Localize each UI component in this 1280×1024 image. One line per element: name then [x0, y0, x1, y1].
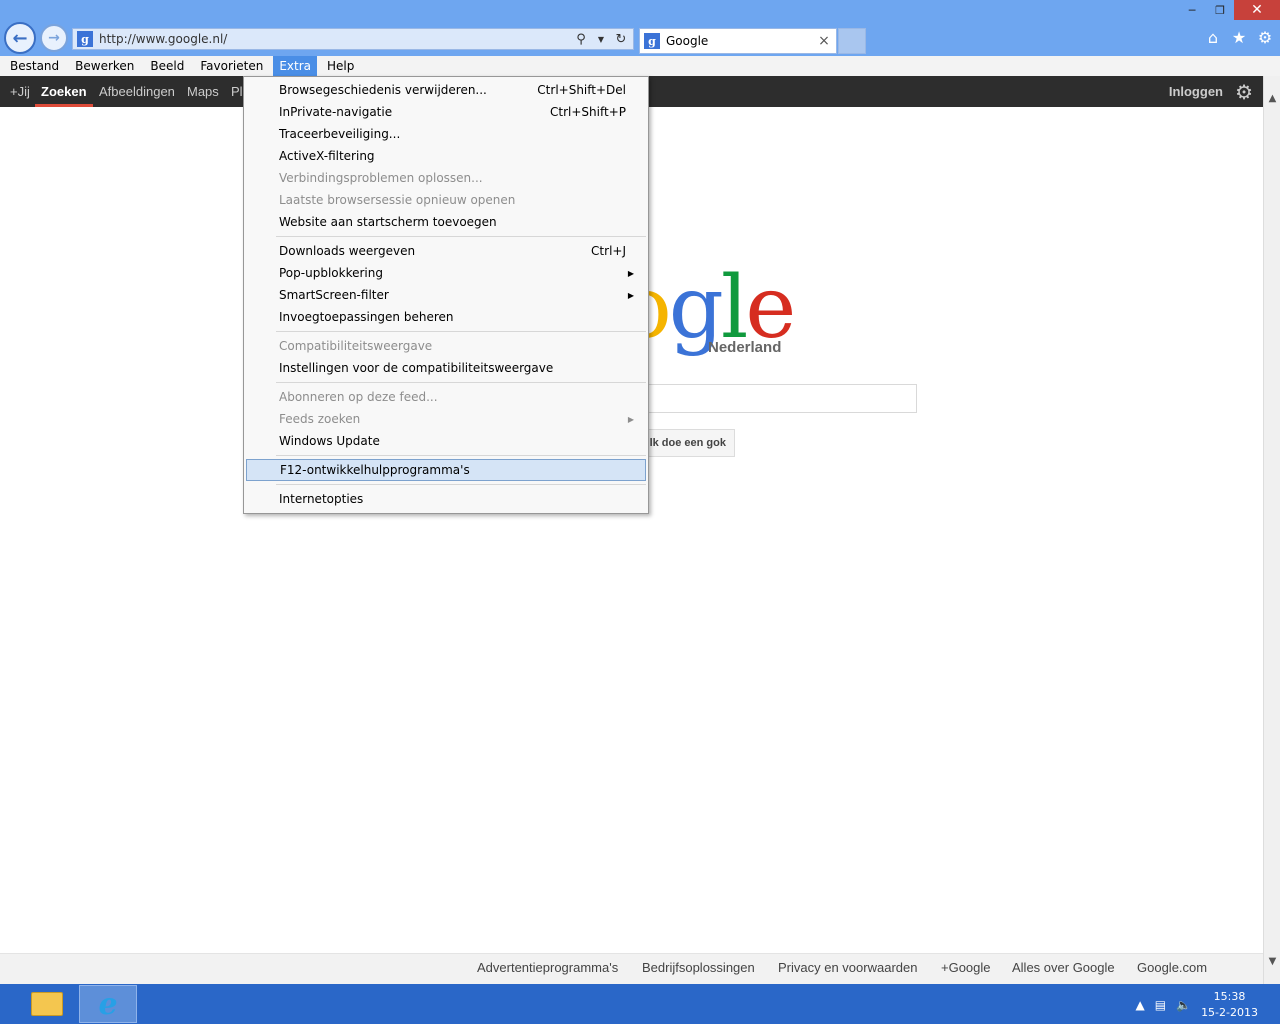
footer-link-privacy[interactable]: Privacy en voorwaarden	[778, 960, 917, 975]
system-tray: ▲ ▤ 🔈 15:38 15-2-2013	[1136, 989, 1258, 1021]
browser-title-bar: ← → g http://www.google.nl/ ⚲ ▼ ↻ g Goog…	[0, 0, 1280, 56]
close-button[interactable]: ✕	[1234, 0, 1280, 20]
browser-toolbar-icons: ⌂ ★ ⚙	[1204, 28, 1274, 47]
taskbar-file-explorer[interactable]	[18, 985, 76, 1023]
menu-item-delete-history[interactable]: Browsegeschiedenis verwijderen... Ctrl+Sh…	[246, 79, 646, 101]
footer-link-plus-google[interactable]: +Google	[941, 960, 991, 975]
menu-item-add-to-start[interactable]: Website aan startscherm toevoegen	[246, 211, 646, 233]
page-footer: Advertentieprogramma's Bedrijfsoplossing…	[0, 953, 1263, 984]
menu-item-inprivate[interactable]: InPrivate-navigatie Ctrl+Shift+P	[246, 101, 646, 123]
forward-arrow-icon: →	[48, 30, 60, 46]
search-icon[interactable]: ⚲	[573, 31, 589, 47]
new-tab-button[interactable]	[838, 28, 866, 54]
clock-time: 15:38	[1213, 990, 1246, 1003]
menu-extra[interactable]: Extra	[273, 56, 318, 76]
gbar-maps[interactable]: Maps	[187, 84, 219, 99]
login-button[interactable]: Inloggen	[1169, 84, 1223, 99]
menu-item-subscribe-feed: Abonneren op deze feed...	[279, 390, 438, 404]
gbar-afbeeldingen[interactable]: Afbeeldingen	[99, 84, 175, 99]
back-arrow-icon: ←	[12, 27, 28, 49]
menu-item-compat-settings[interactable]: Instellingen voor de compatibiliteitswee…	[246, 357, 646, 379]
menu-item-compat-view: Compatibiliteitsweergave	[279, 339, 433, 353]
browser-tab[interactable]: g Google ×	[639, 28, 837, 54]
scroll-down-arrow-icon[interactable]: ▼	[1264, 953, 1280, 970]
menu-separator	[276, 331, 646, 332]
menu-item-smartscreen[interactable]: SmartScreen-filter ▶	[246, 284, 646, 306]
favorites-star-icon[interactable]: ★	[1230, 28, 1248, 47]
submenu-arrow-icon: ▶	[627, 268, 634, 278]
footer-link-google-com[interactable]: Google.com	[1137, 960, 1207, 975]
menu-separator	[276, 455, 646, 456]
clock[interactable]: 15:38 15-2-2013	[1201, 989, 1258, 1021]
lucky-button[interactable]: lk doe een gok	[640, 429, 735, 457]
tab-close-button[interactable]: ×	[816, 33, 832, 49]
menu-item-manage-addons[interactable]: Invoegtoepassingen beheren	[246, 306, 646, 328]
menu-bestand[interactable]: Bestand	[4, 56, 65, 76]
menu-item-tracking-protection[interactable]: Traceerbeveiliging...	[246, 123, 646, 145]
google-favicon-icon: g	[77, 31, 93, 47]
search-input[interactable]	[640, 384, 917, 413]
footer-link-advertising[interactable]: Advertentieprogramma's	[477, 960, 618, 975]
restore-button[interactable]: ❐	[1206, 0, 1234, 20]
network-icon[interactable]: ▤	[1155, 998, 1166, 1012]
volume-icon[interactable]: 🔈	[1176, 998, 1191, 1012]
menu-favorieten[interactable]: Favorieten	[194, 56, 269, 76]
menu-help[interactable]: Help	[321, 56, 360, 76]
menu-separator	[276, 382, 646, 383]
gbar-play[interactable]: Pl	[231, 84, 243, 99]
menu-beeld[interactable]: Beeld	[144, 56, 190, 76]
menu-item-connection-problems: Verbindingsproblemen oplossen...	[279, 171, 483, 185]
menu-item-f12-devtools[interactable]: F12-ontwikkelhulpprogramma's	[246, 459, 646, 481]
address-bar[interactable]: g http://www.google.nl/ ⚲ ▼ ↻	[72, 28, 634, 50]
extra-dropdown-menu: Browsegeschiedenis verwijderen... Ctrl+Sh…	[243, 76, 649, 514]
forward-button[interactable]: →	[40, 24, 68, 52]
menu-separator	[276, 236, 646, 237]
logo-subtitle: Nederland	[708, 339, 782, 356]
tab-favicon-icon: g	[644, 33, 660, 49]
gbar-zoeken[interactable]: Zoeken	[41, 84, 87, 99]
submenu-arrow-icon: ▶	[627, 290, 634, 300]
url-text[interactable]: http://www.google.nl/	[99, 32, 573, 46]
menu-item-feed-discovery: Feeds zoeken ▶	[279, 412, 634, 426]
home-icon[interactable]: ⌂	[1204, 28, 1222, 47]
internet-explorer-icon: e	[98, 986, 118, 1022]
footer-link-about[interactable]: Alles over Google	[1012, 960, 1115, 975]
refresh-icon[interactable]: ↻	[613, 31, 629, 47]
menu-item-internet-options[interactable]: Internetopties	[246, 488, 646, 510]
dropdown-arrow-icon[interactable]: ▼	[593, 31, 609, 47]
menu-item-windows-update[interactable]: Windows Update	[246, 430, 646, 452]
menu-bewerken[interactable]: Bewerken	[69, 56, 140, 76]
window-controls: ─ ❐ ✕	[1178, 0, 1280, 20]
gbar-jij[interactable]: +Jij	[10, 84, 30, 99]
menu-item-popup-blocker[interactable]: Pop-upblokkering ▶	[246, 262, 646, 284]
menu-separator	[276, 484, 646, 485]
file-explorer-icon	[31, 992, 63, 1016]
menu-item-reopen-session: Laatste browsersessie opnieuw openen	[279, 193, 516, 207]
minimize-button[interactable]: ─	[1178, 0, 1206, 20]
scroll-up-arrow-icon[interactable]: ▲	[1264, 90, 1280, 107]
taskbar: e ▲ ▤ 🔈 15:38 15-2-2013	[0, 984, 1280, 1024]
menu-item-activex-filtering[interactable]: ActiveX-filtering	[246, 145, 646, 167]
back-button[interactable]: ←	[4, 22, 36, 54]
menu-item-downloads[interactable]: Downloads weergeven Ctrl+J	[246, 240, 646, 262]
clock-date: 15-2-2013	[1201, 1006, 1258, 1019]
submenu-arrow-icon: ▶	[627, 414, 634, 424]
footer-link-business[interactable]: Bedrijfsoplossingen	[642, 960, 755, 975]
tab-title: Google	[666, 34, 709, 48]
tools-gear-icon[interactable]: ⚙	[1256, 28, 1274, 47]
vertical-scrollbar[interactable]: ▲ ▼	[1263, 76, 1280, 984]
menu-bar: Bestand Bewerken Beeld Favorieten Extra …	[0, 56, 1280, 76]
taskbar-internet-explorer[interactable]: e	[79, 985, 137, 1023]
tray-expand-icon[interactable]: ▲	[1136, 998, 1145, 1012]
settings-gear-icon[interactable]: ⚙	[1235, 80, 1253, 104]
